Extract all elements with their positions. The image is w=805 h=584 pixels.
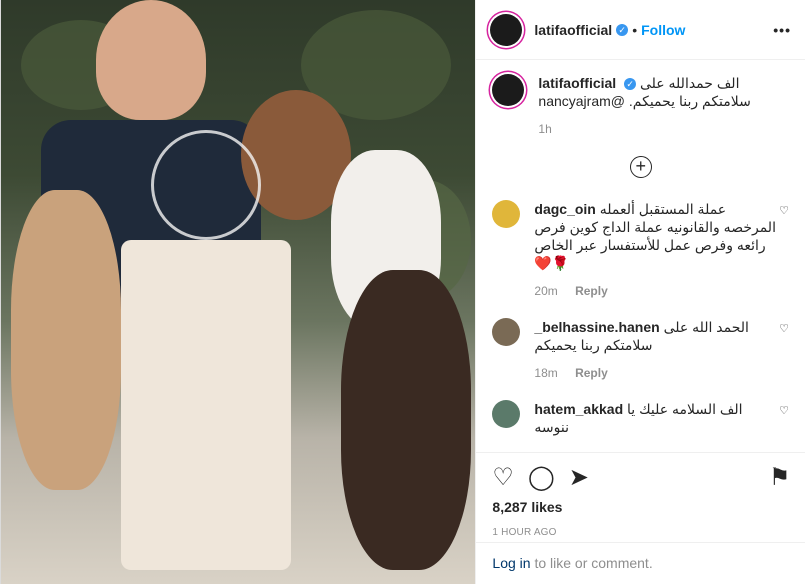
- person-head: [96, 0, 206, 120]
- comments-feed[interactable]: latifaofficial ✓ الف حمدالله على سلامتكم…: [476, 60, 805, 450]
- comment-username[interactable]: hatem_akkad: [534, 401, 623, 417]
- comment-time[interactable]: 20m: [534, 284, 557, 298]
- post-header: latifaofficial ✓ • Follow •••: [476, 0, 805, 60]
- comment-row: hatem_akkad الف السلامه عليك يا ننوسه ♡: [492, 400, 789, 436]
- verified-icon: ✓: [624, 78, 637, 91]
- comment-username[interactable]: _belhassine.hanen: [534, 319, 659, 335]
- bookmark-icon[interactable]: ⚑: [769, 463, 791, 492]
- comment-icon[interactable]: ◯: [528, 463, 555, 492]
- like-comment-icon[interactable]: ♡: [779, 200, 789, 300]
- login-link[interactable]: Log in: [492, 555, 530, 571]
- comment-time[interactable]: 18m: [534, 366, 557, 380]
- verified-icon: ✓: [616, 23, 629, 36]
- caption-time[interactable]: 1h: [538, 122, 551, 136]
- header-username[interactable]: latifaofficial: [534, 22, 612, 38]
- side-panel: latifaofficial ✓ • Follow ••• latifaoffi…: [475, 0, 805, 584]
- follow-button[interactable]: Follow: [641, 22, 685, 38]
- like-comment-icon[interactable]: ♡: [779, 318, 789, 382]
- avatar[interactable]: [492, 400, 521, 428]
- reply-button[interactable]: Reply: [575, 284, 608, 298]
- like-comment-icon[interactable]: ♡: [779, 400, 789, 436]
- avatar[interactable]: [492, 74, 525, 106]
- cake: [121, 240, 291, 570]
- login-text: to like or comment.: [530, 555, 653, 571]
- post-photo[interactable]: [1, 0, 476, 584]
- avatar[interactable]: [492, 318, 521, 346]
- girl-left: [11, 190, 121, 490]
- comment-row: _belhassine.hanen الحمد الله على سلامتكم…: [492, 318, 789, 382]
- share-icon[interactable]: ➤: [569, 463, 589, 492]
- like-icon[interactable]: ♡: [492, 463, 514, 492]
- separator-dot: •: [632, 21, 638, 38]
- post-modal: latifaofficial ✓ • Follow ••• latifaoffi…: [0, 0, 805, 584]
- login-bar: Log in to like or comment.: [476, 542, 805, 584]
- more-options-icon[interactable]: •••: [773, 22, 791, 38]
- likes-count[interactable]: 8,287 likes: [492, 499, 790, 515]
- load-more-comments-icon[interactable]: +: [629, 156, 652, 178]
- girl-right: [341, 270, 471, 570]
- caption-username[interactable]: latifaofficial: [538, 75, 616, 91]
- caption: latifaofficial ✓ الف حمدالله على سلامتكم…: [492, 74, 789, 138]
- avatar[interactable]: [492, 200, 521, 228]
- post-timestamp[interactable]: 1 HOUR AGO: [492, 527, 790, 538]
- reply-button[interactable]: Reply: [575, 366, 608, 380]
- comment-username[interactable]: dagc_oin: [534, 201, 595, 217]
- comment-row: dagc_oin عملة المستقبل ألعمله المرخصه وا…: [492, 200, 789, 300]
- avatar[interactable]: [490, 13, 523, 46]
- cake-topper: [151, 130, 261, 240]
